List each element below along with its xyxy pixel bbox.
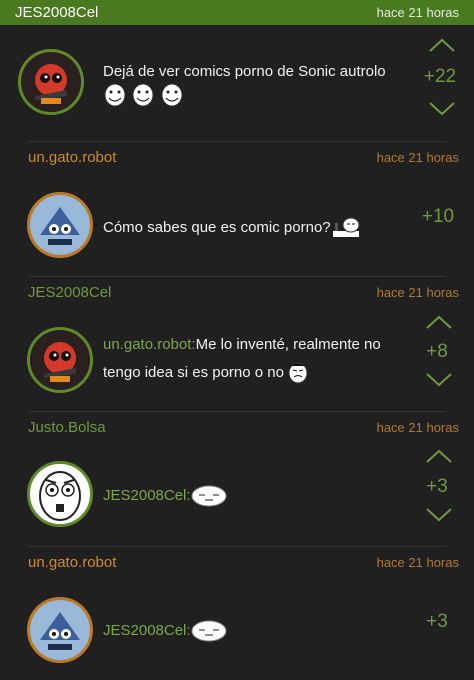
username[interactable]: un.gato.robot — [28, 554, 116, 571]
poker-face-icon — [191, 620, 227, 642]
timestamp: hace 21 horas — [376, 285, 459, 300]
down-arrow-icon[interactable] — [425, 507, 453, 523]
troll-face-icon — [161, 83, 183, 107]
comment-text: Dejá de ver comics porno de Sonic autrol… — [103, 58, 386, 86]
up-arrow-icon[interactable] — [428, 37, 456, 53]
up-arrow-icon[interactable] — [425, 314, 453, 330]
comment-body: Me lo inventé, realmente no — [195, 336, 381, 353]
comment-text: un.gato.robot:Me lo inventé, realmente n… — [103, 331, 381, 387]
avatar[interactable] — [27, 461, 93, 527]
username[interactable]: un.gato.robot — [28, 149, 116, 166]
mention[interactable]: un.gato.robot: — [103, 336, 196, 353]
avatar[interactable] — [27, 327, 93, 393]
poker-face-icon — [191, 485, 227, 507]
avatar[interactable] — [18, 49, 84, 115]
comment-header: JES2008Cel hace 21 horas — [0, 0, 474, 25]
username[interactable]: Justo.Bolsa — [28, 419, 106, 436]
mention[interactable]: JES2008Cel: — [103, 487, 191, 504]
down-arrow-icon[interactable] — [425, 372, 453, 388]
poker-face-icon — [332, 217, 360, 238]
comment-header: un.gato.robot hace 21 horas — [0, 145, 474, 171]
comment-text: Cómo sabes que es comic porno? — [103, 214, 363, 242]
comment-text: JES2008Cel: — [103, 482, 229, 510]
avatar[interactable] — [27, 192, 93, 258]
troll-face-icon — [132, 83, 154, 107]
score: +3 — [426, 476, 448, 497]
score: +8 — [426, 341, 448, 362]
score: +10 — [421, 206, 455, 227]
avatar[interactable] — [27, 597, 93, 663]
score: +22 — [423, 66, 457, 87]
up-arrow-icon[interactable] — [425, 448, 453, 464]
timestamp: hace 21 horas — [376, 555, 459, 570]
yao-ming-face-icon — [288, 362, 308, 384]
username[interactable]: JES2008Cel — [15, 4, 98, 21]
emoji-row — [104, 83, 185, 107]
divider — [28, 276, 446, 277]
comment-header: un.gato.robot hace 21 horas — [0, 550, 474, 576]
timestamp: hace 21 horas — [376, 150, 459, 165]
comment-header: Justo.Bolsa hace 21 horas — [0, 415, 474, 441]
comment-body: Cómo sabes que es comic porno? — [103, 219, 331, 236]
timestamp: hace 21 horas — [376, 5, 459, 20]
comment-text: JES2008Cel: — [103, 617, 229, 645]
score: +3 — [426, 611, 448, 632]
divider — [28, 546, 446, 547]
username[interactable]: JES2008Cel — [28, 284, 111, 301]
divider — [28, 141, 446, 142]
comment-header: JES2008Cel hace 21 horas — [0, 280, 474, 306]
divider — [28, 411, 446, 412]
comment-body: Dejá de ver comics porno de Sonic autrol… — [103, 63, 386, 80]
troll-face-icon — [104, 83, 126, 107]
timestamp: hace 21 horas — [376, 420, 459, 435]
mention[interactable]: JES2008Cel: — [103, 622, 191, 639]
down-arrow-icon[interactable] — [428, 101, 456, 117]
comment-body-line2: tengo idea si es porno o no — [103, 364, 284, 381]
